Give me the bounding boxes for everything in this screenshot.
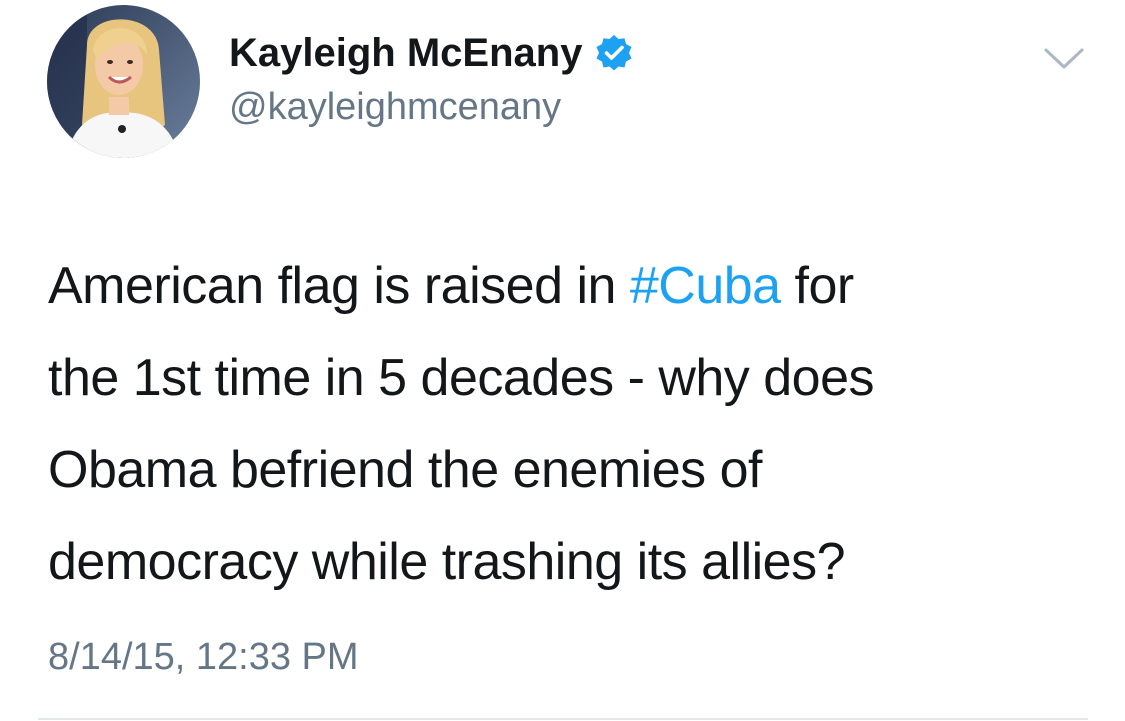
tweet-card: Kayleigh McEnany @kayleighmcenany Americ… bbox=[0, 0, 1125, 721]
chevron-down-icon[interactable] bbox=[1043, 46, 1085, 72]
author-header: Kayleigh McEnany bbox=[229, 28, 634, 78]
divider bbox=[38, 718, 1088, 720]
tweet-text-line: the 1st time in 5 decades - why does bbox=[48, 349, 875, 407]
author-name[interactable]: Kayleigh McEnany bbox=[229, 28, 582, 78]
avatar-photo bbox=[47, 5, 200, 158]
tweet-text-segment: American flag is raised in bbox=[48, 257, 630, 315]
tweet-text-line: American flag is raised in #Cuba for bbox=[48, 240, 1088, 332]
tweet-text-segment: for bbox=[780, 257, 855, 315]
tweet-timestamp[interactable]: 8/14/15, 12:33 PM bbox=[48, 632, 359, 682]
verified-badge-icon bbox=[594, 33, 634, 73]
tweet-text-line: Obama befriend the enemies of bbox=[48, 441, 762, 499]
author-handle[interactable]: @kayleighmcenany bbox=[229, 84, 561, 130]
tweet-text: American flag is raised in #Cuba for the… bbox=[48, 240, 1088, 608]
hashtag-link[interactable]: #Cuba bbox=[630, 257, 781, 315]
author-avatar[interactable] bbox=[47, 5, 200, 158]
tweet-text-line: democracy while trashing its allies? bbox=[48, 533, 846, 591]
